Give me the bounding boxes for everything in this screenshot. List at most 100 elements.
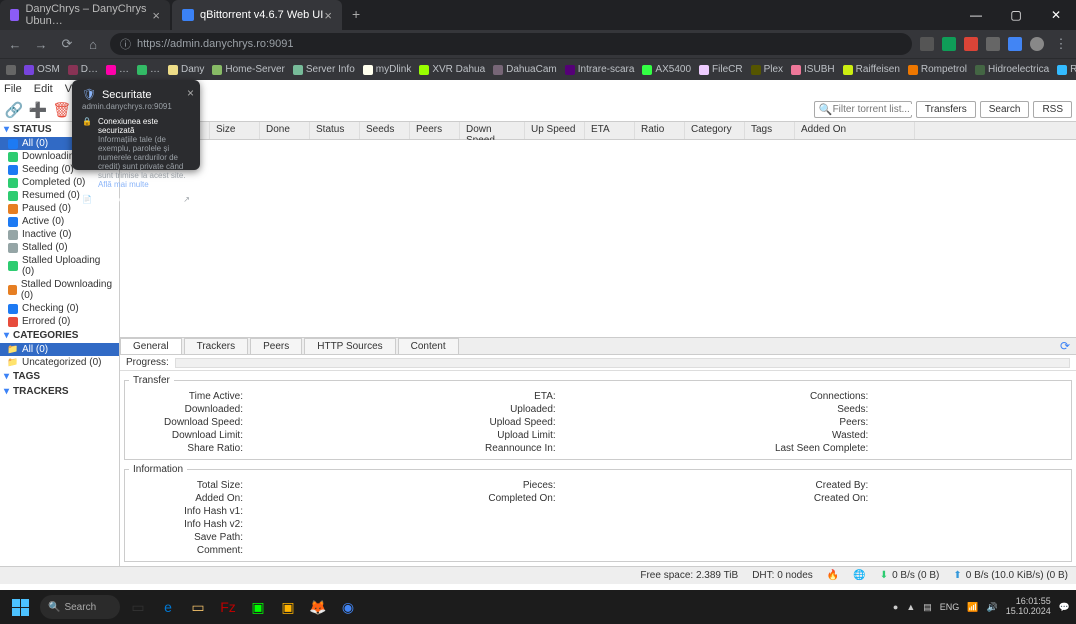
tab-content[interactable]: Content xyxy=(398,338,459,354)
bookmark-item[interactable]: Rompetrol xyxy=(908,64,967,75)
bookmark-item[interactable]: Raiffeisen xyxy=(843,64,900,75)
sidebar-status-item[interactable]: Stalled (0) xyxy=(0,241,119,254)
bookmark-item[interactable]: Dany xyxy=(168,64,204,75)
fire-icon[interactable]: 🔥 xyxy=(827,570,839,581)
tray-icon[interactable]: ▤ xyxy=(923,602,932,613)
menu-icon[interactable]: ⋮ xyxy=(1052,36,1070,52)
forward-icon[interactable]: → xyxy=(32,37,50,52)
ext-icon[interactable] xyxy=(964,37,978,51)
sidebar-status-item[interactable]: Stalled Uploading (0) xyxy=(0,254,119,278)
firefox-icon[interactable]: 🦊 xyxy=(306,595,330,619)
column-header[interactable]: Status xyxy=(310,122,360,139)
torrent-grid-body[interactable] xyxy=(120,140,1076,337)
sidebar-status-item[interactable]: Active (0) xyxy=(0,215,119,228)
bookmark-item[interactable]: D… xyxy=(68,64,98,75)
explorer-icon[interactable]: ▭ xyxy=(186,595,210,619)
app-icon[interactable]: ▣ xyxy=(246,595,270,619)
close-icon[interactable]: × xyxy=(324,8,332,23)
column-header[interactable]: Added On xyxy=(795,122,915,139)
column-header[interactable]: ETA xyxy=(585,122,635,139)
ext-icon[interactable] xyxy=(920,37,934,51)
bookmark-item[interactable]: Home-Server xyxy=(212,64,284,75)
filter-input[interactable] xyxy=(833,104,913,115)
ext-icon[interactable] xyxy=(986,37,1000,51)
sidebar-category-item[interactable]: 📁Uncategorized (0) xyxy=(0,356,119,369)
column-header[interactable]: Seeds xyxy=(360,122,410,139)
ext-icon[interactable] xyxy=(1008,37,1022,51)
bookmark-item[interactable]: AX5400 xyxy=(642,64,691,75)
bookmark-item[interactable]: … xyxy=(137,64,160,75)
column-header[interactable]: Peers xyxy=(410,122,460,139)
app-icon[interactable]: ▣ xyxy=(276,595,300,619)
column-header[interactable]: Done xyxy=(260,122,310,139)
bookmark-item[interactable]: RCA xyxy=(1057,64,1076,75)
column-header[interactable]: Down Speed xyxy=(460,122,525,139)
tab-general[interactable]: General xyxy=(120,338,182,354)
globe-icon[interactable]: 🌐 xyxy=(853,570,865,581)
ext-icon[interactable] xyxy=(1030,37,1044,51)
bookmark-item[interactable]: Intrare-scara xyxy=(565,64,635,75)
menu-file[interactable]: File xyxy=(4,83,22,95)
bookmark-item[interactable]: … xyxy=(106,64,129,75)
close-button[interactable]: ✕ xyxy=(1036,0,1076,30)
bookmark-item[interactable]: ISUBH xyxy=(791,64,835,75)
open-icon[interactable]: ↗ xyxy=(183,195,190,204)
search-button[interactable]: Search xyxy=(980,101,1030,118)
notifications-icon[interactable]: 💬 xyxy=(1059,602,1070,613)
bookmark-item[interactable]: Server Info xyxy=(293,64,355,75)
tab-http-sources[interactable]: HTTP Sources xyxy=(304,338,395,354)
wifi-icon[interactable]: 📶 xyxy=(967,602,978,613)
sidebar-status-item[interactable]: Checking (0) xyxy=(0,302,119,315)
back-icon[interactable]: ← xyxy=(6,37,24,52)
home-icon[interactable]: ⌂ xyxy=(84,37,102,52)
rss-button[interactable]: RSS xyxy=(1033,101,1072,118)
filter-search-box[interactable]: 🔍 xyxy=(814,101,912,118)
reload-icon[interactable]: ⟳ xyxy=(58,36,76,52)
bookmark-item[interactable]: myDlink xyxy=(363,64,412,75)
taskbar-search[interactable]: 🔍Search xyxy=(40,595,120,619)
column-header[interactable]: Up Speed xyxy=(525,122,585,139)
close-icon[interactable]: × xyxy=(152,8,160,23)
task-view-icon[interactable]: ▭ xyxy=(126,595,150,619)
column-header[interactable]: Tags xyxy=(745,122,795,139)
site-info-icon[interactable]: ⓘ xyxy=(120,36,131,52)
chrome-icon[interactable]: ◉ xyxy=(336,595,360,619)
delete-icon[interactable]: 🗑 xyxy=(52,100,72,120)
sidebar-status-item[interactable]: Inactive (0) xyxy=(0,228,119,241)
bookmark-item[interactable]: Plex xyxy=(751,64,783,75)
sidebar-category-item[interactable]: 📁All (0) xyxy=(0,343,119,356)
clock[interactable]: 16:01:55 15.10.2024 xyxy=(1006,597,1051,617)
bookmark-item[interactable]: OSM xyxy=(24,64,60,75)
transfers-button[interactable]: Transfers xyxy=(916,101,976,118)
filezilla-icon[interactable]: Fz xyxy=(216,595,240,619)
bookmark-item[interactable]: DahuaCam xyxy=(493,64,557,75)
menu-edit[interactable]: Edit xyxy=(34,83,53,95)
minimize-button[interactable]: — xyxy=(956,0,996,30)
add-link-icon[interactable]: 🔗 xyxy=(4,100,24,120)
bookmark-item[interactable]: FileCR xyxy=(699,64,743,75)
sidebar-status-item[interactable]: Stalled Downloading (0) xyxy=(0,278,119,302)
bookmark-item[interactable]: Hidroelectrica xyxy=(975,64,1049,75)
sidebar-categories-header[interactable]: ▾CATEGORIES xyxy=(0,328,119,343)
tab-peers[interactable]: Peers xyxy=(250,338,302,354)
column-header[interactable]: Category xyxy=(685,122,745,139)
new-tab-button[interactable]: + xyxy=(344,0,368,30)
add-file-icon[interactable]: ➕ xyxy=(28,100,48,120)
browser-tab-1[interactable]: DanyChrys – DanyChrys Ubun… × xyxy=(0,0,170,30)
bookmark-item[interactable]: XVR Dahua xyxy=(419,64,485,75)
tab-trackers[interactable]: Trackers xyxy=(184,338,249,354)
sidebar-status-item[interactable]: Errored (0) xyxy=(0,315,119,328)
learn-more-link[interactable]: Află mai multe xyxy=(98,180,149,189)
apps-button[interactable] xyxy=(6,65,16,75)
url-field[interactable]: ⓘ https://admin.danychrys.ro:9091 xyxy=(110,33,912,55)
column-header[interactable]: Ratio xyxy=(635,122,685,139)
close-icon[interactable]: × xyxy=(187,86,194,100)
browser-tab-2[interactable]: qBittorrent v4.6.7 Web UI × xyxy=(172,0,342,30)
maximize-button[interactable]: ▢ xyxy=(996,0,1036,30)
ext-icon[interactable] xyxy=(942,37,956,51)
popover-cert-title[interactable]: Certificatul este valid xyxy=(98,195,172,204)
start-button[interactable] xyxy=(6,593,34,621)
sidebar-tags-header[interactable]: ▾TAGS xyxy=(0,369,119,384)
volume-icon[interactable]: 🔊 xyxy=(987,602,998,613)
column-header[interactable]: Size xyxy=(210,122,260,139)
